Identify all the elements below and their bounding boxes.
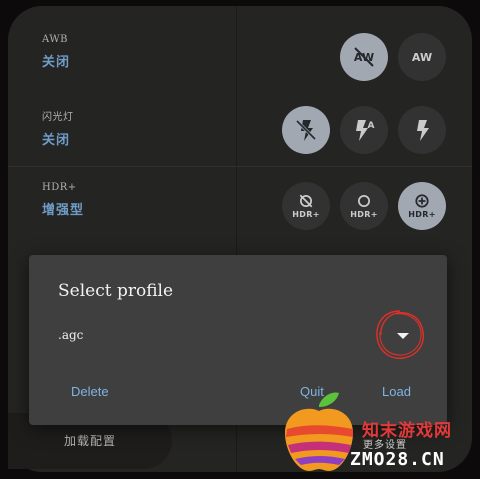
svg-text:A: A xyxy=(368,121,375,131)
hdr-on-button[interactable]: HDR+ xyxy=(340,182,388,230)
svg-text:AW: AW xyxy=(412,51,432,64)
apple-logo-icon xyxy=(285,392,353,471)
awb-auto-button[interactable]: AW xyxy=(398,33,446,81)
dialog-title: Select profile xyxy=(58,281,174,301)
hdr-enhanced-icon: HDR+ xyxy=(408,193,435,219)
setting-value: 关闭 xyxy=(42,55,71,70)
awb-auto-icon: AW xyxy=(412,51,432,64)
load-config-label: 加载配置 xyxy=(64,434,117,448)
setting-label: AWB xyxy=(42,34,68,45)
setting-value: 关闭 xyxy=(42,133,71,148)
flash-on-icon xyxy=(417,120,429,141)
flash-off-icon xyxy=(295,119,317,141)
hdr-label: HDR+ xyxy=(408,210,436,219)
divider xyxy=(8,166,472,167)
setting-hdr: HDR+ 增强型 xyxy=(42,182,84,218)
setting-label: 闪光灯 xyxy=(42,112,74,123)
awb-off-button[interactable]: AW xyxy=(340,33,388,81)
flash-auto-icon: A xyxy=(356,120,375,141)
hdr-label: HDR+ xyxy=(350,210,378,219)
hdr-enhanced-button[interactable]: HDR+ xyxy=(398,182,446,230)
flash-auto-button[interactable]: A xyxy=(340,106,388,154)
setting-label: HDR+ xyxy=(42,182,77,193)
hdr-off-button[interactable]: HDR+ xyxy=(282,182,330,230)
setting-value: 增强型 xyxy=(42,203,85,218)
profile-select-value[interactable]: .agc xyxy=(58,328,83,342)
hdr-off-icon: HDR+ xyxy=(292,193,319,219)
flash-off-button[interactable] xyxy=(282,106,330,154)
setting-flash: 闪光灯 关闭 xyxy=(42,108,74,148)
red-circle-annotation xyxy=(376,310,424,359)
awb-off-icon: AW xyxy=(354,47,374,67)
load-button[interactable]: Load xyxy=(382,384,411,399)
flash-on-button[interactable] xyxy=(398,106,446,154)
select-profile-dialog: Select profile .agc Delete Quit Load xyxy=(29,255,447,425)
hdr-on-icon: HDR+ xyxy=(350,193,377,219)
watermark-domain: ZMO28.CN xyxy=(350,449,445,470)
delete-button[interactable]: Delete xyxy=(71,384,109,399)
setting-awb: AWB 关闭 xyxy=(42,34,70,70)
hdr-label: HDR+ xyxy=(292,210,320,219)
